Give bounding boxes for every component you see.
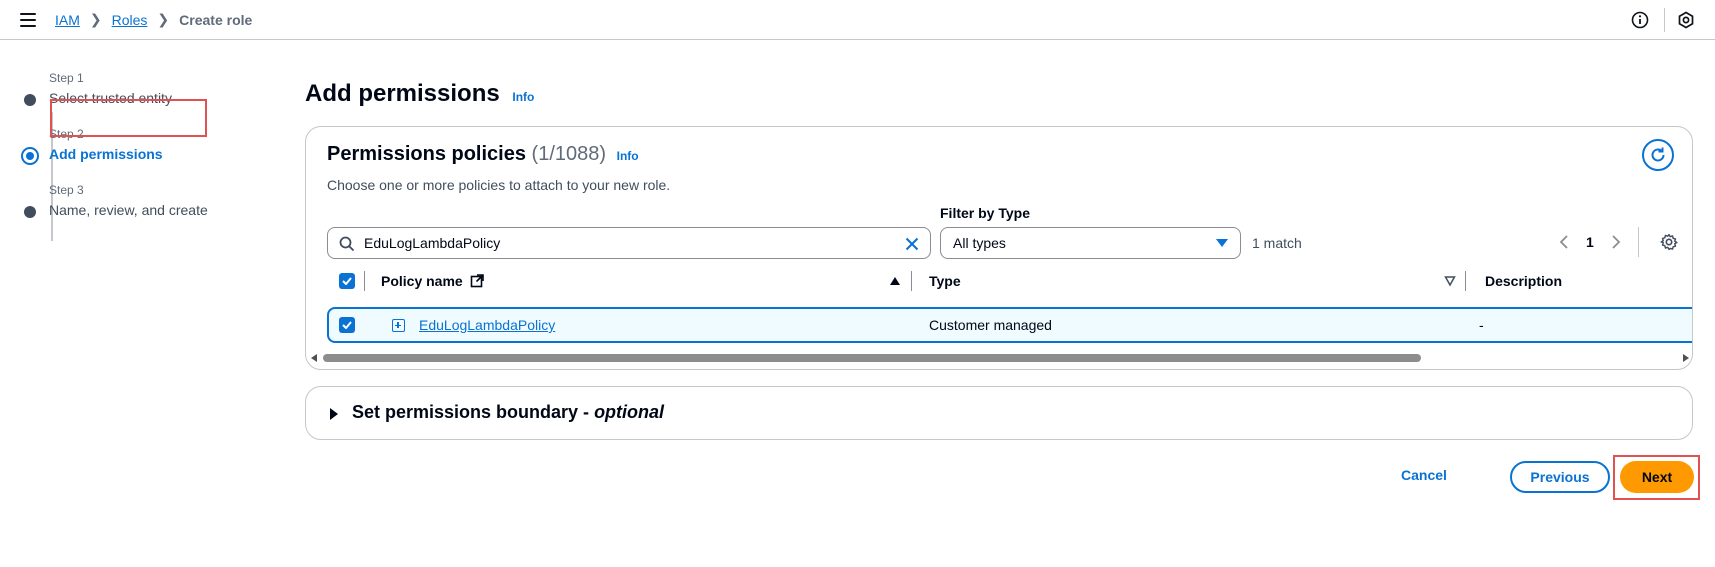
chevron-right-icon: ❯ bbox=[89, 11, 102, 27]
permissions-policies-panel: Permissions policies (1/1088) Info Choos… bbox=[305, 126, 1693, 370]
refresh-button[interactable] bbox=[1642, 139, 1674, 171]
policy-description-cell: - bbox=[1479, 317, 1484, 333]
toolbar-divider bbox=[1664, 8, 1665, 32]
chevron-right-icon: ❯ bbox=[157, 11, 170, 27]
policy-search-field[interactable] bbox=[327, 227, 931, 259]
pagination-divider bbox=[1638, 227, 1639, 257]
column-header-policy-name[interactable]: Policy name bbox=[381, 273, 484, 289]
filter-type-select[interactable]: All types bbox=[940, 227, 1241, 259]
info-link[interactable]: Info bbox=[512, 90, 534, 104]
caret-down-icon bbox=[1216, 239, 1228, 247]
scroll-right-arrow-icon[interactable] bbox=[1683, 354, 1689, 362]
cancel-button[interactable]: Cancel bbox=[1401, 467, 1447, 483]
match-count: 1 match bbox=[1252, 235, 1302, 251]
clear-icon[interactable] bbox=[904, 236, 920, 252]
next-button[interactable]: Next bbox=[1620, 461, 1694, 493]
gear-icon[interactable] bbox=[1660, 233, 1678, 251]
info-circle-icon[interactable] bbox=[1631, 11, 1649, 29]
chevron-right-icon[interactable] bbox=[1608, 231, 1624, 253]
caret-right-icon bbox=[330, 408, 338, 420]
step-1[interactable]: Step 1 Select trusted entity bbox=[22, 60, 262, 116]
permissions-boundary-expander[interactable]: Set permissions boundary - optional bbox=[305, 386, 1693, 440]
row-checkbox[interactable] bbox=[339, 317, 355, 333]
info-link[interactable]: Info bbox=[617, 149, 639, 163]
step-number: Step 2 bbox=[49, 127, 84, 141]
previous-button[interactable]: Previous bbox=[1510, 461, 1610, 493]
column-separator bbox=[911, 271, 912, 291]
boundary-label-main: Set permissions boundary - bbox=[352, 402, 595, 422]
top-navigation-bar: IAM ❯ Roles ❯ Create role bbox=[0, 0, 1715, 40]
filter-by-type-label: Filter by Type bbox=[940, 205, 1030, 221]
policy-type-cell: Customer managed bbox=[929, 317, 1052, 333]
expand-row-icon[interactable] bbox=[392, 319, 405, 332]
page-number[interactable]: 1 bbox=[1586, 234, 1594, 250]
step-label: Add permissions bbox=[49, 146, 163, 162]
breadcrumb-roles[interactable]: Roles bbox=[112, 12, 148, 28]
panel-title-text: Permissions policies bbox=[327, 143, 526, 165]
select-all-checkbox[interactable] bbox=[339, 273, 355, 289]
breadcrumb-iam[interactable]: IAM bbox=[55, 12, 80, 28]
pagination: 1 bbox=[1556, 231, 1624, 253]
step-indicator bbox=[24, 206, 36, 218]
step-indicator-active bbox=[21, 147, 39, 165]
horizontal-scrollbar[interactable] bbox=[311, 353, 1689, 363]
refresh-icon bbox=[1651, 147, 1665, 162]
step-label: Name, review, and create bbox=[49, 202, 208, 218]
check-icon bbox=[342, 321, 352, 329]
panel-title: Permissions policies (1/1088) Info bbox=[327, 143, 639, 166]
table-header: Policy name Type Description bbox=[327, 263, 1692, 299]
page-title: Add permissions Info bbox=[305, 80, 534, 108]
policy-count: (1/1088) bbox=[531, 143, 607, 165]
external-link-icon bbox=[470, 274, 484, 288]
search-icon bbox=[339, 236, 355, 252]
menu-icon[interactable] bbox=[20, 13, 36, 27]
column-label: Policy name bbox=[381, 273, 463, 289]
column-separator bbox=[364, 271, 365, 291]
scroll-left-arrow-icon[interactable] bbox=[311, 354, 317, 362]
step-number: Step 3 bbox=[49, 183, 84, 197]
settings-hex-icon[interactable] bbox=[1677, 11, 1695, 29]
sort-descending-icon[interactable] bbox=[1444, 275, 1456, 287]
policy-name-cell: EduLogLambdaPolicy bbox=[419, 317, 555, 333]
step-indicator bbox=[24, 94, 36, 106]
panel-description: Choose one or more policies to attach to… bbox=[327, 177, 671, 193]
boundary-label: Set permissions boundary - optional bbox=[352, 402, 664, 423]
step-label: Select trusted entity bbox=[49, 90, 172, 106]
column-header-type[interactable]: Type bbox=[929, 273, 961, 289]
sort-ascending-icon[interactable] bbox=[890, 277, 900, 285]
column-header-description[interactable]: Description bbox=[1485, 273, 1562, 289]
table-row[interactable]: EduLogLambdaPolicy Customer managed - bbox=[327, 307, 1692, 343]
scrollbar-thumb[interactable] bbox=[323, 354, 1421, 362]
search-input[interactable] bbox=[364, 232, 884, 254]
breadcrumb-current: Create role bbox=[179, 11, 253, 28]
chevron-left-icon[interactable] bbox=[1556, 231, 1572, 253]
step-number: Step 1 bbox=[49, 71, 84, 85]
page-title-text: Add permissions bbox=[305, 80, 500, 107]
check-icon bbox=[342, 277, 352, 285]
breadcrumb: IAM ❯ Roles ❯ Create role bbox=[55, 11, 252, 28]
column-separator bbox=[1465, 271, 1466, 291]
step-3: Step 3 Name, review, and create bbox=[22, 172, 262, 228]
filter-type-value: All types bbox=[953, 235, 1006, 251]
step-2[interactable]: Step 2 Add permissions bbox=[21, 116, 262, 172]
policy-name-link[interactable]: EduLogLambdaPolicy bbox=[419, 317, 555, 333]
wizard-steps: Step 1 Select trusted entity Step 2 Add … bbox=[21, 60, 262, 241]
boundary-label-optional: optional bbox=[594, 402, 665, 422]
